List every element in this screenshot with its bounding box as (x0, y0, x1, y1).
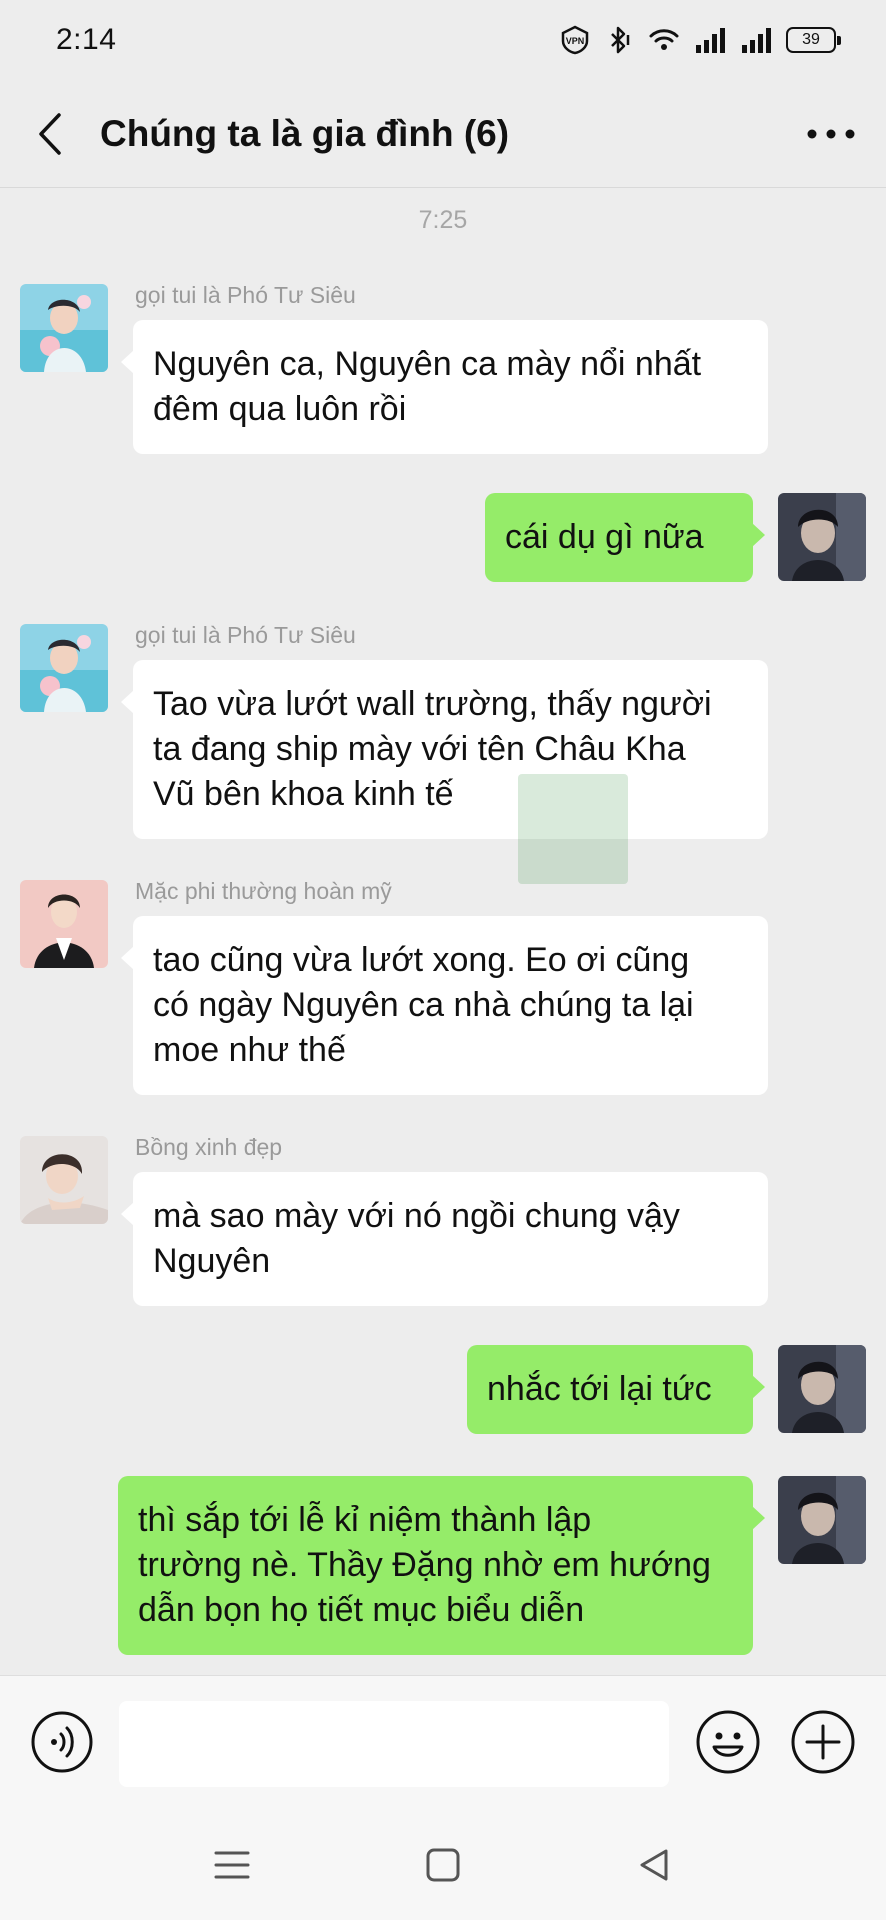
voice-icon (31, 1711, 93, 1773)
avatar[interactable] (778, 1476, 866, 1564)
message-bubble[interactable]: cái dụ gì nữa (485, 493, 765, 582)
sender-name: Bồng xinh đẹp (135, 1134, 283, 1160)
chat-header: Chúng ta là gia đình (6) (0, 80, 886, 188)
input-bar (0, 1675, 886, 1810)
sender-name: gọi tui là Phó Tư Siêu (135, 622, 356, 648)
signal-icon (740, 25, 772, 55)
plus-button[interactable] (790, 1709, 856, 1775)
sender-name: gọi tui là Phó Tư Siêu (135, 282, 356, 308)
back-triangle-icon (640, 1849, 668, 1881)
emoji-button[interactable] (695, 1709, 761, 1775)
status-bar: 2:14 VPN 39 (0, 0, 886, 80)
svg-text:VPN: VPN (566, 36, 585, 46)
battery-level: 39 (802, 31, 820, 48)
emoji-icon (696, 1710, 760, 1774)
chevron-left-icon (39, 112, 61, 155)
bluetooth-icon (604, 25, 634, 55)
home-button[interactable] (421, 1843, 465, 1887)
home-square-icon (426, 1848, 460, 1882)
plus-circle-icon (791, 1710, 855, 1774)
sender-name: Mặc phi thường hoàn mỹ (135, 878, 392, 904)
system-nav-bar (0, 1810, 886, 1920)
avatar[interactable] (20, 1136, 108, 1224)
more-button[interactable] (776, 80, 886, 188)
message-bubble[interactable]: nhắc tới lại tức (467, 1345, 765, 1434)
message-bubble[interactable]: mà sao mày với nó ngồi chung vậy Nguyên (121, 1172, 768, 1306)
wifi-icon (648, 25, 680, 55)
avatar[interactable] (778, 1345, 866, 1433)
time-divider: 7:25 (418, 206, 468, 234)
battery-icon: 39 (786, 27, 841, 53)
chat-title: Chúng ta là gia đình (6) (100, 112, 510, 154)
chat-messages[interactable]: 7:25 gọi tui là Phó Tư Siêu Nguyên ca, N… (0, 188, 886, 1675)
status-time: 2:14 (56, 23, 117, 56)
message-bubble[interactable]: Nguyên ca, Nguyên ca mày nổi nhất đêm qu… (121, 320, 768, 454)
system-back-button[interactable] (632, 1843, 676, 1887)
voice-button[interactable] (30, 1710, 94, 1774)
vpn-icon: VPN (560, 25, 590, 55)
more-horizontal-icon (807, 129, 855, 138)
avatar[interactable] (20, 284, 108, 372)
avatar[interactable] (20, 624, 108, 712)
signal-icon (694, 25, 726, 55)
status-icons: VPN 39 (560, 25, 841, 55)
avatar[interactable] (20, 880, 108, 968)
message-bubble[interactable]: Tao vừa lướt wall trường, thấy người ta … (121, 660, 768, 839)
recent-apps-button[interactable] (210, 1843, 254, 1887)
message-bubble[interactable]: thì sắp tới lễ kỉ niệm thành lập trường … (118, 1476, 765, 1655)
back-button[interactable] (0, 80, 100, 188)
message-bubble[interactable]: tao cũng vừa lướt xong. Eo ơi cũng có ng… (121, 916, 768, 1095)
message-input[interactable] (119, 1701, 669, 1787)
avatar[interactable] (778, 493, 866, 581)
menu-icon (214, 1851, 250, 1879)
